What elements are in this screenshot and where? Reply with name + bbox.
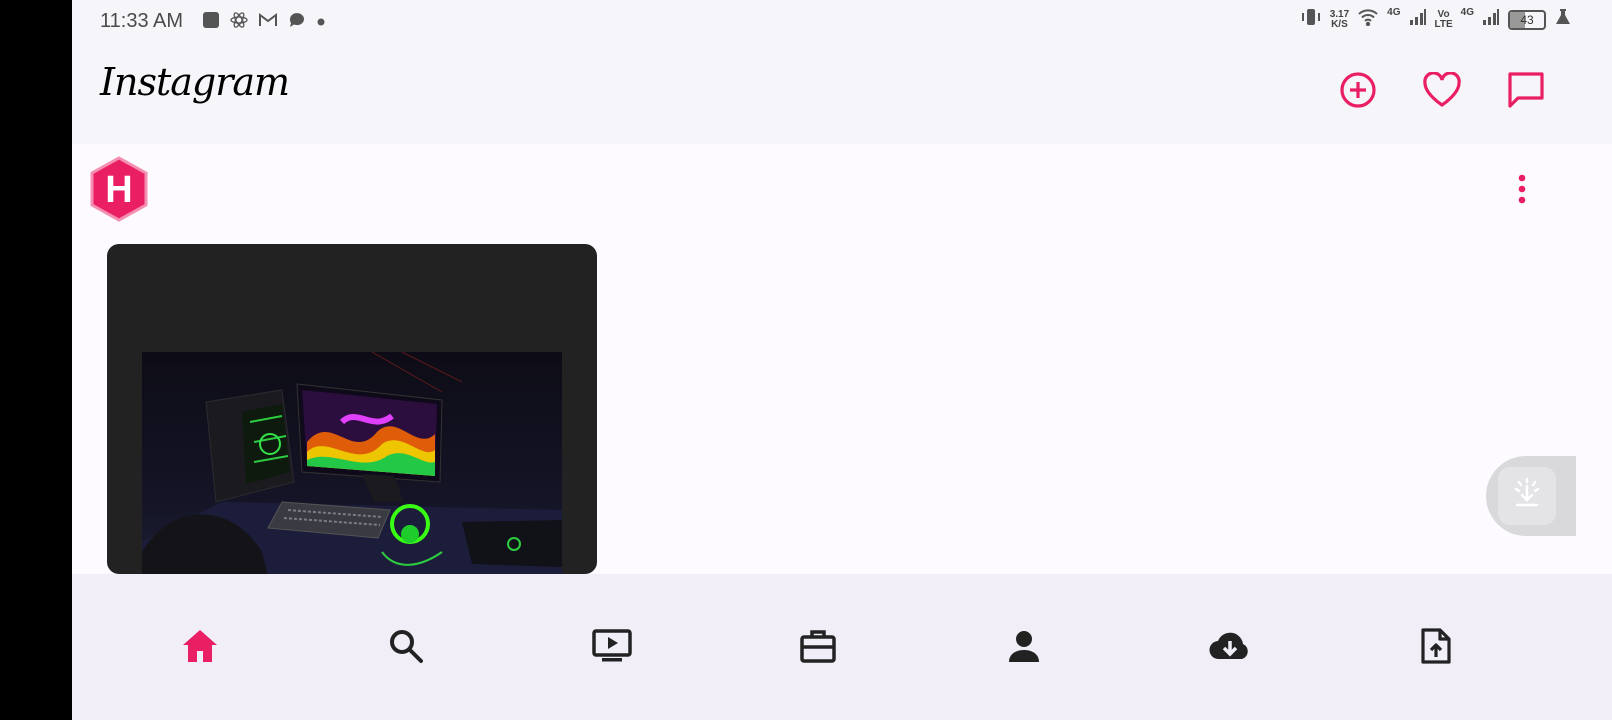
status-time: 11:33 AM [100,10,184,32]
network-speed: 3.17 K/S [1329,8,1350,30]
download-sparkle-icon [1510,477,1544,516]
lab-flask-icon [1554,8,1572,31]
gaming-setup-illustration [142,352,562,574]
nav-upload[interactable] [1412,624,1460,672]
wifi-icon [1357,8,1379,31]
person-icon [1007,629,1041,668]
app-screen: 11:33 AM 3.17 K/S 4G Vo LTE 4G 43 Instag… [72,0,1612,720]
vibrate-icon [1300,8,1322,31]
floating-assist-button[interactable] [1486,456,1576,536]
signal-icon [1482,8,1500,31]
add-post-button[interactable] [1336,70,1380,114]
nav-search[interactable] [382,624,430,672]
nav-home[interactable] [176,624,224,672]
gmail-icon [258,12,278,33]
more-vert-icon [1510,174,1534,212]
nav-briefcase[interactable] [794,624,842,672]
battery-level: 43 [1520,12,1534,27]
status-bar: 11:33 AM 3.17 K/S 4G Vo LTE 4G 43 [72,0,1612,44]
nav-downloads[interactable] [1206,624,1254,672]
heart-icon [1422,70,1462,113]
post-card[interactable] [107,244,597,574]
add-post-icon [1339,71,1377,114]
dot-icon [316,14,326,32]
video-icon [592,628,632,668]
bottom-navigation [72,574,1612,720]
network-label-1: 4G [1387,7,1401,18]
instagram-logo: Instagram [100,60,290,104]
briefcase-icon [799,628,837,669]
avatar[interactable]: H [86,156,152,222]
post-menu-button[interactable] [1510,172,1534,208]
file-upload-icon [1420,627,1452,670]
volte-label: Vo LTE [1434,8,1453,30]
volte-bottom: LTE [1434,18,1453,30]
home-icon [181,628,219,669]
messages-button[interactable] [1504,70,1548,114]
nav-profile[interactable] [1000,624,1048,672]
square-app-icon [202,11,220,34]
speed-unit: K/S [1331,18,1348,30]
floating-assist-inner [1498,467,1556,525]
volte-top: Vo [1437,8,1450,20]
top-app-bar: Instagram [72,44,1612,144]
speed-value: 3.17 [1329,8,1350,20]
search-icon [388,628,424,669]
post-image[interactable] [142,352,562,574]
signal-icon [1409,8,1427,31]
activity-button[interactable] [1420,70,1464,114]
network-label-2: 4G [1460,7,1474,18]
chat-bubble-icon [288,11,306,34]
notification-icons [202,11,326,34]
atom-icon [230,11,248,34]
cloud-download-icon [1208,629,1252,668]
nav-video[interactable] [588,624,636,672]
battery-icon: 43 [1508,9,1546,30]
avatar-letter: H [105,169,132,211]
system-status-icons: 3.17 K/S 4G Vo LTE 4G 43 [1300,8,1572,31]
messages-icon [1507,71,1545,114]
